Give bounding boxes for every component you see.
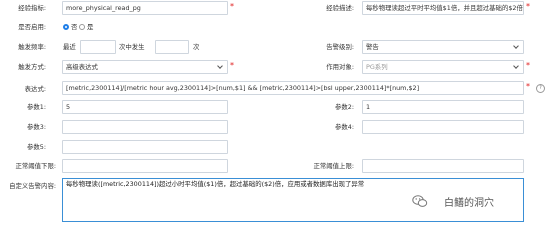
param3-input[interactable] [62,120,228,134]
trigger-suffix-text: 次 [193,43,200,51]
trigger-mode-label: 触发方式: [18,63,46,71]
required-mark: * [526,82,530,91]
alert-level-select[interactable]: 警告 [362,40,524,54]
radio-yes-button[interactable] [79,24,85,30]
wechat-icon [412,195,428,207]
required-mark: * [526,2,530,11]
param4-input[interactable] [362,120,524,134]
upper-threshold-label: 正常阈值上限: [313,162,355,170]
param1-label: 参数1: [26,103,46,111]
alert-level-label: 告警级别: [326,43,354,51]
name-label: 经验指标: [18,4,46,12]
trigger-mid-text: 次中发生 [119,43,145,51]
required-mark: * [230,61,234,70]
desc-input[interactable]: 每秒物理读超过平时平均值$1倍，并且超过基础的$2倍 [362,1,524,15]
param2-label: 参数2: [334,103,354,111]
required-mark: * [230,2,234,11]
param5-label: 参数5: [26,143,46,151]
help-icon[interactable]: ? [536,84,545,93]
expression-label: 表达式: [24,85,46,93]
enabled-label: 是否启用: [18,23,46,31]
lower-threshold-label: 正常阈值下限: [15,162,57,170]
param1-input[interactable]: 5 [62,100,228,114]
radio-no-label: 否 [71,23,78,31]
custom-alert-label: 自定义告警内容: [9,182,56,190]
param4-label: 参数4: [334,123,354,131]
param2-input[interactable]: 1 [362,100,524,114]
param5-input[interactable] [62,140,228,154]
lower-threshold-input[interactable] [62,159,228,173]
trigger-frequency-label: 触发频率: [18,43,46,51]
radio-yes-option[interactable]: 是 [79,21,99,33]
radio-yes-label: 是 [87,23,94,31]
trigger-occurrence-input[interactable] [155,40,189,54]
watermark: 白鳝的洞穴 [412,192,542,210]
target-select[interactable]: PG系列 [362,60,524,74]
desc-label: 经验描述: [326,4,354,12]
name-input[interactable]: more_physical_read_pg [62,1,228,15]
radio-no-button[interactable] [63,24,69,30]
watermark-text: 白鳝的洞穴 [444,198,494,209]
param3-label: 参数3: [26,123,46,131]
expression-input[interactable]: [metric,2300114]/[metric hour avg,230011… [62,81,524,95]
trigger-count-input[interactable] [80,40,116,54]
target-label: 作用对象: [326,63,354,71]
trigger-prefix-text: 最近 [63,43,76,51]
required-mark: * [526,61,530,70]
upper-threshold-input[interactable] [362,159,524,173]
trigger-mode-select[interactable]: 高级表达式 [62,60,228,74]
